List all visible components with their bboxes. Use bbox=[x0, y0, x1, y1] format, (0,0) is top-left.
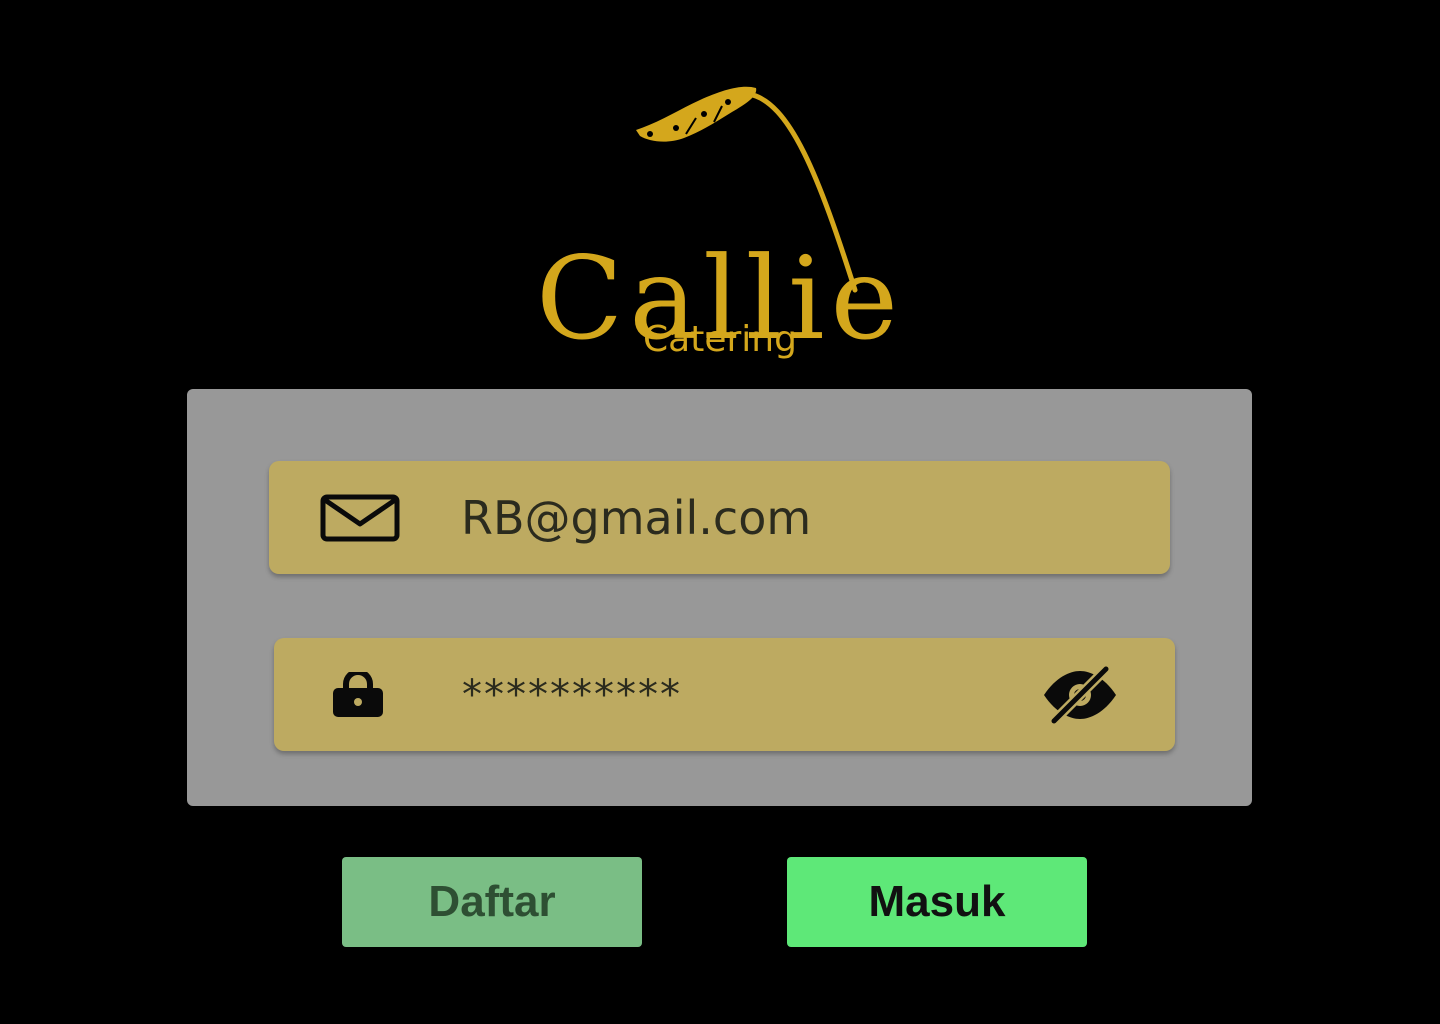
lock-icon bbox=[330, 638, 386, 751]
login-panel bbox=[187, 389, 1252, 806]
email-input[interactable] bbox=[461, 461, 981, 574]
toggle-password-visibility-button[interactable] bbox=[1038, 660, 1122, 730]
password-field[interactable] bbox=[274, 638, 1175, 751]
brand-tagline: Catering bbox=[643, 319, 797, 360]
password-input[interactable] bbox=[462, 638, 982, 751]
eye-off-icon bbox=[1044, 665, 1116, 725]
mail-icon bbox=[319, 461, 401, 574]
login-button[interactable]: Masuk bbox=[787, 857, 1087, 947]
register-button[interactable]: Daftar bbox=[342, 857, 642, 947]
email-field[interactable] bbox=[269, 461, 1170, 574]
brand-logo: Callie Catering bbox=[500, 70, 940, 370]
